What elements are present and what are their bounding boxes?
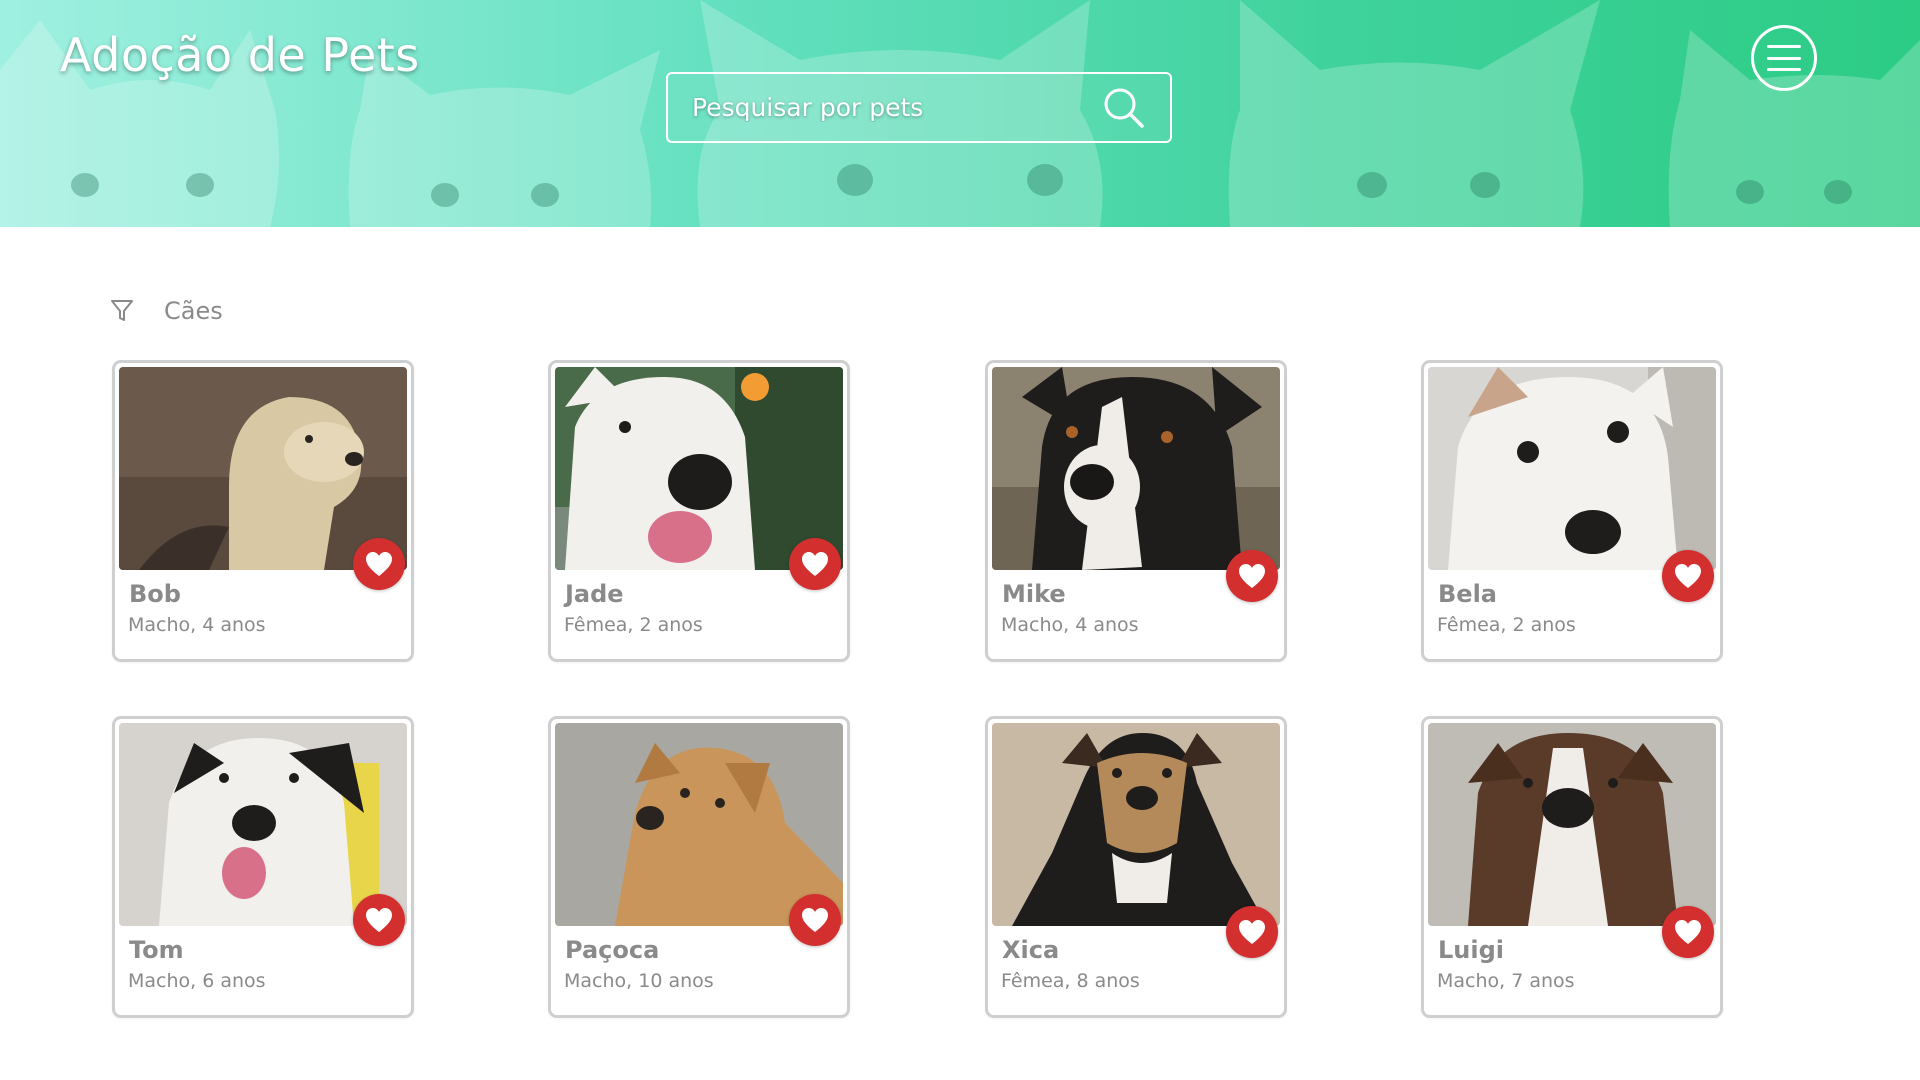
pet-name: Bob	[129, 580, 181, 608]
favorite-button[interactable]	[1226, 906, 1278, 958]
heart-icon	[1239, 920, 1265, 944]
search-bar[interactable]	[666, 72, 1172, 143]
pet-info: Macho, 7 anos	[1437, 970, 1575, 992]
heart-icon	[366, 552, 392, 576]
filter-icon[interactable]	[110, 298, 134, 324]
pet-card-pacoca[interactable]: Paçoca Macho, 10 anos	[548, 716, 850, 1018]
pet-card-mike[interactable]: Mike Macho, 4 anos	[985, 360, 1287, 662]
favorite-button[interactable]	[353, 538, 405, 590]
hamburger-menu-icon	[1767, 45, 1801, 71]
favorite-button[interactable]	[1226, 550, 1278, 602]
search-icon[interactable]	[1102, 86, 1146, 130]
search-input[interactable]	[692, 93, 1102, 122]
favorite-button[interactable]	[789, 894, 841, 946]
pet-name: Bela	[1438, 580, 1497, 608]
favorite-button[interactable]	[789, 538, 841, 590]
pet-info: Macho, 4 anos	[128, 614, 266, 636]
menu-button[interactable]	[1751, 25, 1817, 91]
pet-info: Macho, 6 anos	[128, 970, 266, 992]
favorite-button[interactable]	[1662, 550, 1714, 602]
pet-card-bob[interactable]: Bob Macho, 4 anos	[112, 360, 414, 662]
pet-card-jade[interactable]: Jade Fêmea, 2 anos	[548, 360, 850, 662]
heart-icon	[802, 552, 828, 576]
heart-icon	[1675, 920, 1701, 944]
pet-photo	[992, 367, 1280, 570]
filter-label: Cães	[164, 297, 223, 325]
pet-photo	[1428, 723, 1716, 926]
pet-card-tom[interactable]: Tom Macho, 6 anos	[112, 716, 414, 1018]
pet-card-bela[interactable]: Bela Fêmea, 2 anos	[1421, 360, 1723, 662]
pet-photo	[992, 723, 1280, 926]
heart-icon	[1239, 564, 1265, 588]
pet-info: Fêmea, 2 anos	[1437, 614, 1576, 636]
header-banner: Adoção de Pets	[0, 0, 1920, 227]
site-title: Adoção de Pets	[60, 28, 420, 82]
pet-name: Mike	[1002, 580, 1066, 608]
pet-photo	[119, 723, 407, 926]
pet-photo	[555, 367, 843, 570]
pet-photo	[119, 367, 407, 570]
favorite-button[interactable]	[353, 894, 405, 946]
pet-card-luigi[interactable]: Luigi Macho, 7 anos	[1421, 716, 1723, 1018]
pet-info: Fêmea, 2 anos	[564, 614, 703, 636]
heart-icon	[802, 908, 828, 932]
pet-name: Paçoca	[565, 936, 660, 964]
pet-info: Macho, 10 anos	[564, 970, 714, 992]
pet-photo	[1428, 367, 1716, 570]
heart-icon	[1675, 564, 1701, 588]
pet-info: Fêmea, 8 anos	[1001, 970, 1140, 992]
pet-name: Jade	[565, 580, 624, 608]
favorite-button[interactable]	[1662, 906, 1714, 958]
heart-icon	[366, 908, 392, 932]
filter-bar[interactable]: Cães	[110, 293, 223, 329]
pet-info: Macho, 4 anos	[1001, 614, 1139, 636]
pet-name: Luigi	[1438, 936, 1505, 964]
pet-photo	[555, 723, 843, 926]
pet-name: Xica	[1002, 936, 1060, 964]
pet-name: Tom	[129, 936, 184, 964]
pet-card-xica[interactable]: Xica Fêmea, 8 anos	[985, 716, 1287, 1018]
